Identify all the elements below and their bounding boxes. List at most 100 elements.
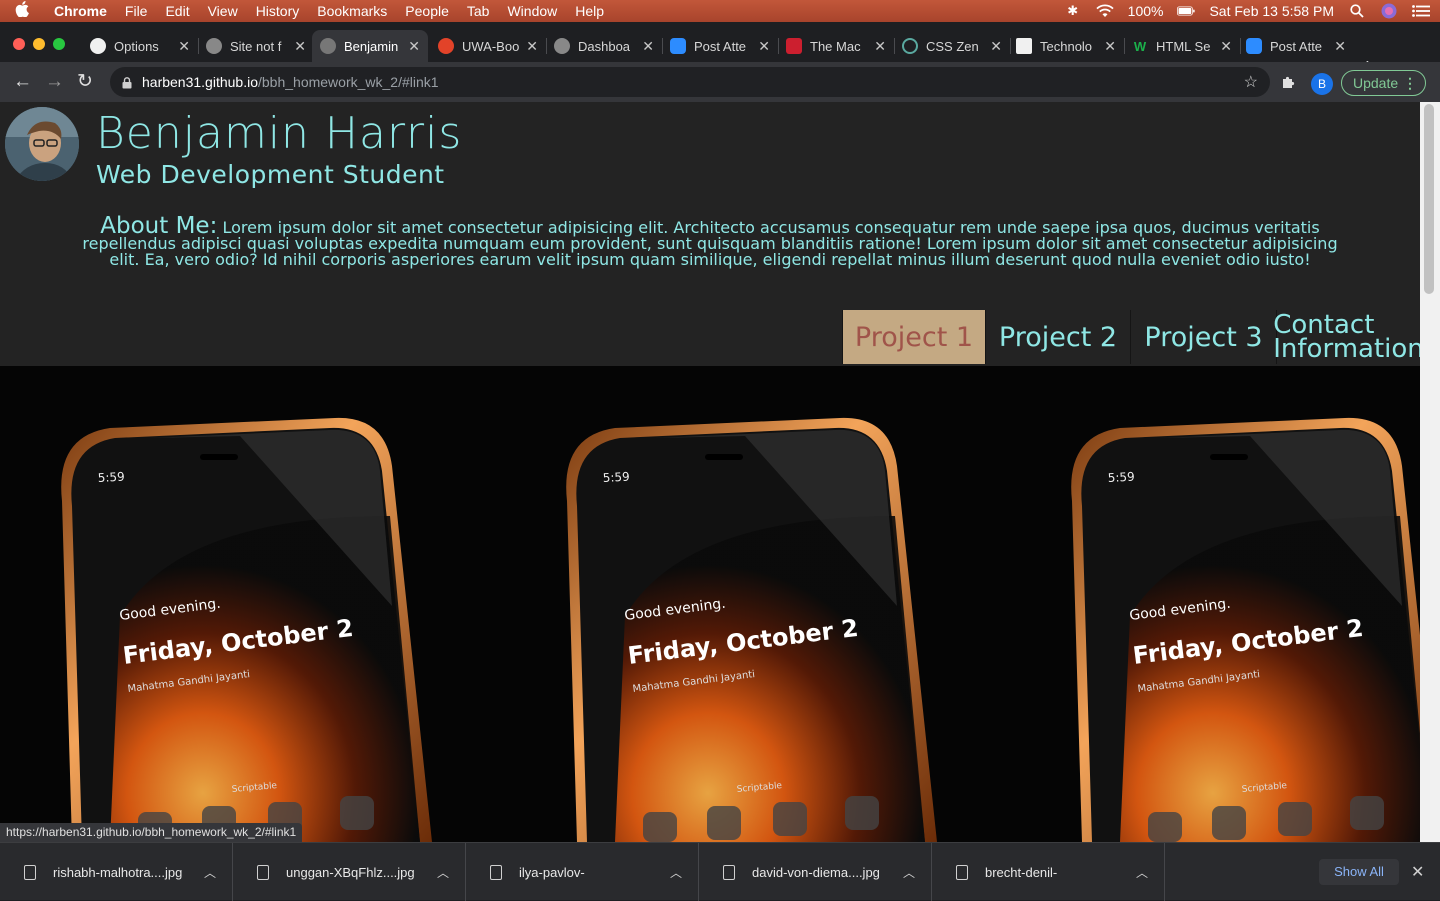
site-subtitle: Web Development Student — [96, 160, 445, 189]
browser-toolbar: ← → ↻ harben31.github.io/bbh_homework_wk… — [0, 62, 1440, 102]
browser-tab-strip: Options ✕ Site not f ✕ Benjamin ✕ UWA-Bo… — [0, 22, 1440, 78]
download-item[interactable]: unggan-XBqFhlz....jpg ︿ — [233, 843, 466, 901]
apple-icon[interactable] — [0, 0, 44, 22]
menu-tab[interactable]: Tab — [458, 0, 499, 22]
scrollbar-thumb[interactable] — [1424, 104, 1434, 294]
site-header: Benjamin Harris Web Development Student … — [0, 102, 1424, 366]
file-icon — [257, 864, 269, 880]
show-all-downloads-button[interactable]: Show All — [1319, 859, 1399, 885]
chevron-up-icon[interactable]: ︿ — [437, 864, 449, 881]
url-host: harben31.github.io — [142, 74, 258, 90]
bluetooth-icon[interactable]: ✱ — [1064, 2, 1082, 20]
tab-close-icon[interactable]: ✕ — [642, 38, 654, 55]
tab-the-mac[interactable]: The Mac ✕ — [778, 30, 895, 62]
url-path: /bbh_homework_wk_2/#link1 — [258, 74, 439, 90]
menu-file[interactable]: File — [116, 0, 157, 22]
tab-html-semantic[interactable]: W HTML Se ✕ — [1124, 30, 1241, 62]
zoom-icon — [670, 38, 686, 54]
kebab-menu-icon[interactable]: ⋮ — [1403, 75, 1417, 92]
tab-title: The Mac — [810, 38, 861, 54]
menu-app-name[interactable]: Chrome — [44, 0, 116, 22]
chevron-up-icon[interactable]: ︿ — [204, 864, 216, 881]
nav-project-3[interactable]: Project 3 — [1130, 310, 1276, 364]
forward-arrow-icon[interactable]: → — [45, 72, 64, 92]
update-button[interactable]: Update ⋮ — [1341, 70, 1426, 96]
tab-close-icon[interactable]: ✕ — [526, 38, 538, 55]
spotlight-search-icon[interactable] — [1348, 2, 1366, 20]
download-item[interactable]: david-von-diema....jpg ︿ — [699, 843, 932, 901]
tab-css-zen[interactable]: CSS Zen ✕ — [894, 30, 1011, 62]
reload-icon[interactable]: ↻ — [77, 72, 93, 92]
link-hover-status: https://harben31.github.io/bbh_homework_… — [0, 823, 303, 842]
about-me-text: Lorem ipsum dolor sit amet consectetur a… — [82, 218, 1338, 269]
tab-close-icon[interactable]: ✕ — [874, 38, 886, 55]
tab-close-icon[interactable]: ✕ — [408, 38, 420, 55]
lock-icon[interactable] — [122, 76, 132, 88]
menu-history[interactable]: History — [247, 0, 309, 22]
menu-view[interactable]: View — [199, 0, 247, 22]
download-item[interactable]: ilya-pavlov- ︿ — [466, 843, 699, 901]
chevron-up-icon[interactable]: ︿ — [903, 864, 915, 881]
siri-icon[interactable] — [1380, 2, 1398, 20]
tab-dashboard[interactable]: Dashboa ✕ — [546, 30, 663, 62]
tab-close-icon[interactable]: ✕ — [1220, 38, 1232, 55]
project-image-2[interactable]: 5:59 Good evening. Friday, October 2 Mah… — [505, 366, 1010, 842]
menu-bookmarks[interactable]: Bookmarks — [308, 0, 396, 22]
tab-close-icon[interactable]: ✕ — [294, 38, 306, 55]
project-nav: Project 1 Project 2 Project 3 Contact In… — [842, 310, 1424, 364]
svg-text:5:59: 5:59 — [602, 470, 630, 485]
battery-icon[interactable] — [1177, 2, 1196, 20]
tab-close-icon[interactable]: ✕ — [1334, 38, 1346, 55]
tab-post-attendee-2[interactable]: Post Atte ✕ — [1238, 30, 1354, 62]
tab-post-attendee-1[interactable]: Post Atte ✕ — [662, 30, 779, 62]
menubar-clock[interactable]: Sat Feb 13 5:58 PM — [1209, 3, 1334, 19]
back-arrow-icon[interactable]: ← — [13, 72, 32, 92]
menu-people[interactable]: People — [396, 0, 458, 22]
profile-avatar-button[interactable]: B — [1311, 73, 1333, 95]
tab-close-icon[interactable]: ✕ — [758, 38, 770, 55]
tab-close-icon[interactable]: ✕ — [178, 38, 190, 55]
menubar-status-area: ✱ 100% Sat Feb 13 5:58 PM — [1064, 0, 1430, 22]
window-fullscreen-button[interactable] — [53, 38, 65, 50]
technology-icon — [1016, 38, 1032, 54]
extensions-puzzle-icon[interactable] — [1281, 74, 1297, 94]
github-icon — [90, 38, 106, 54]
close-downloads-icon[interactable]: ✕ — [1411, 862, 1424, 882]
control-center-icon[interactable] — [1412, 2, 1430, 20]
tab-close-icon[interactable]: ✕ — [1104, 38, 1116, 55]
address-bar[interactable]: harben31.github.io/bbh_homework_wk_2/#li… — [110, 67, 1270, 97]
bookmark-star-icon[interactable]: ☆ — [1244, 72, 1258, 92]
globe-icon — [554, 38, 570, 54]
menu-edit[interactable]: Edit — [156, 0, 198, 22]
file-icon — [956, 864, 968, 880]
downloads-bar: rishabh-malhotra....jpg ︿ unggan-XBqFhlz… — [0, 842, 1440, 901]
tab-close-icon[interactable]: ✕ — [990, 38, 1002, 55]
tab-technology[interactable]: Technolo ✕ — [1008, 30, 1125, 62]
download-filename: david-von-diema....jpg — [752, 864, 880, 880]
page-scrollbar[interactable] — [1420, 102, 1440, 842]
nav-project-2[interactable]: Project 2 — [985, 310, 1130, 364]
window-close-button[interactable] — [13, 38, 25, 50]
tab-options[interactable]: Options ✕ — [82, 30, 199, 62]
download-item[interactable]: brecht-denil- ︿ — [932, 843, 1165, 901]
tab-uwa-bootcamp[interactable]: UWA-Boo ✕ — [430, 30, 547, 62]
globe-icon — [320, 38, 336, 54]
chevron-up-icon[interactable]: ︿ — [670, 864, 682, 881]
menu-window[interactable]: Window — [498, 0, 566, 22]
download-item[interactable]: rishabh-malhotra....jpg ︿ — [0, 843, 233, 901]
tab-title: Post Atte — [1270, 38, 1323, 54]
tab-title: Dashboa — [578, 38, 631, 54]
tab-title: Site not f — [230, 38, 282, 54]
tab-site-not-found[interactable]: Site not f ✕ — [198, 30, 314, 62]
window-minimize-button[interactable] — [33, 38, 45, 50]
wifi-icon[interactable] — [1096, 2, 1114, 20]
project-image-1[interactable]: 5:59 Good evening. Friday, October 2 Mah… — [0, 366, 505, 842]
nav-project-1[interactable]: Project 1 — [842, 310, 985, 364]
project-image-3[interactable]: 5:59 Good evening. Friday, October 2 Mah… — [1010, 366, 1420, 842]
nav-contact-information[interactable]: Contact Information — [1273, 310, 1424, 364]
menu-help[interactable]: Help — [566, 0, 613, 22]
svg-text:5:59: 5:59 — [97, 470, 125, 485]
tab-benjamin-active[interactable]: Benjamin ✕ — [312, 30, 428, 62]
chevron-up-icon[interactable]: ︿ — [1136, 864, 1148, 881]
update-label: Update — [1353, 75, 1399, 91]
